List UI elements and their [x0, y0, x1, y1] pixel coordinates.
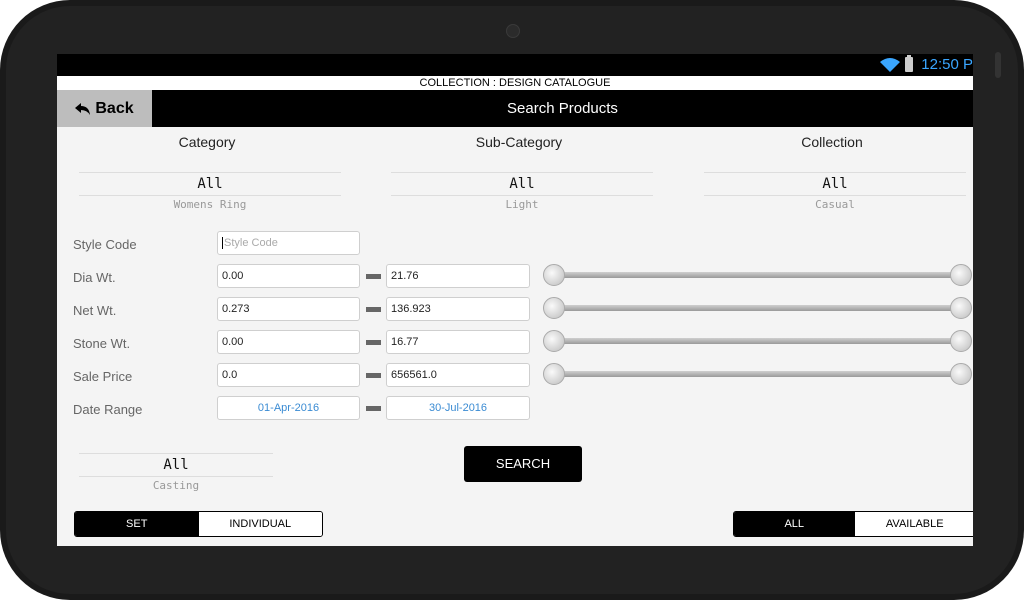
stone-wt-max-input[interactable]: 16.77: [386, 330, 530, 354]
set-option[interactable]: SET: [75, 512, 199, 536]
stone-wt-min-input[interactable]: 0.00: [217, 330, 360, 354]
dia-wt-max-knob[interactable]: [950, 264, 972, 286]
stone-wt-slider[interactable]: [553, 338, 971, 344]
stone-wt-label: Stone Wt.: [73, 336, 131, 351]
casting-picker[interactable]: All: [79, 453, 273, 477]
dia-wt-slider[interactable]: [553, 272, 971, 278]
sale-price-label: Sale Price: [73, 369, 133, 384]
net-wt-min-knob[interactable]: [543, 297, 565, 319]
casting-next-option[interactable]: Casting: [79, 479, 273, 492]
battery-icon: [905, 55, 913, 72]
category-title: Category: [178, 134, 236, 150]
date-from-input[interactable]: 01-Apr-2016: [217, 396, 360, 420]
range-dash: [366, 307, 381, 312]
net-wt-slider[interactable]: [553, 305, 971, 311]
dia-wt-min-knob[interactable]: [543, 264, 565, 286]
all-option[interactable]: ALL: [734, 512, 855, 536]
sale-price-max-input[interactable]: 656561.0: [386, 363, 530, 387]
net-wt-min-input[interactable]: 0.273: [217, 297, 360, 321]
style-code-placeholder: Style Code: [224, 237, 278, 249]
collection-next-option[interactable]: Casual: [704, 198, 966, 211]
stock-toggle: ALL AVAILABLE: [733, 511, 973, 537]
page-title: Search Products: [507, 100, 618, 117]
sub-category-picker[interactable]: All: [391, 172, 653, 196]
collection-title: COLLECTION : DESIGN CATALOGUE: [57, 76, 973, 90]
text-cursor: [222, 237, 223, 250]
individual-option[interactable]: INDIVIDUAL: [198, 512, 322, 536]
range-dash: [366, 373, 381, 378]
style-code-input[interactable]: Style Code: [217, 231, 360, 255]
camera-icon: [506, 24, 520, 38]
sale-price-min-knob[interactable]: [543, 363, 565, 385]
sale-price-slider[interactable]: [553, 371, 971, 377]
dia-wt-max-input[interactable]: 21.76: [386, 264, 530, 288]
stone-wt-max-knob[interactable]: [950, 330, 972, 352]
dia-wt-min-input[interactable]: 0.00: [217, 264, 360, 288]
set-individual-toggle: SET INDIVIDUAL: [74, 511, 323, 537]
search-button[interactable]: SEARCH: [464, 446, 582, 482]
sale-price-max-knob[interactable]: [950, 363, 972, 385]
header: Back Search Products: [57, 90, 973, 127]
back-arrow-icon: [75, 102, 91, 115]
wifi-icon: [880, 58, 900, 72]
back-label: Back: [95, 99, 134, 117]
category-next-option[interactable]: Womens Ring: [79, 198, 341, 211]
category-picker[interactable]: All: [79, 172, 341, 196]
power-button: [995, 52, 1001, 78]
available-option[interactable]: AVAILABLE: [854, 512, 973, 536]
net-wt-max-input[interactable]: 136.923: [386, 297, 530, 321]
net-wt-max-knob[interactable]: [950, 297, 972, 319]
stone-wt-min-knob[interactable]: [543, 330, 565, 352]
status-bar: 12:50 P: [57, 54, 973, 76]
tablet-frame: 12:50 P COLLECTION : DESIGN CATALOGUE Ba…: [0, 0, 1024, 600]
sub-category-title: Sub-Category: [475, 134, 563, 150]
status-time: 12:50 P: [921, 56, 973, 73]
style-code-label: Style Code: [73, 237, 137, 252]
dia-wt-label: Dia Wt.: [73, 270, 116, 285]
back-button[interactable]: Back: [57, 90, 152, 127]
sub-category-next-option[interactable]: Light: [391, 198, 653, 211]
date-to-input[interactable]: 30-Jul-2016: [386, 396, 530, 420]
range-dash: [366, 274, 381, 279]
date-range-label: Date Range: [73, 402, 143, 417]
range-dash: [366, 406, 381, 411]
collection-title-label: Collection: [801, 134, 863, 150]
net-wt-label: Net Wt.: [73, 303, 117, 318]
sale-price-min-input[interactable]: 0.0: [217, 363, 360, 387]
range-dash: [366, 340, 381, 345]
screen: 12:50 P COLLECTION : DESIGN CATALOGUE Ba…: [57, 54, 973, 546]
collection-picker[interactable]: All: [704, 172, 966, 196]
